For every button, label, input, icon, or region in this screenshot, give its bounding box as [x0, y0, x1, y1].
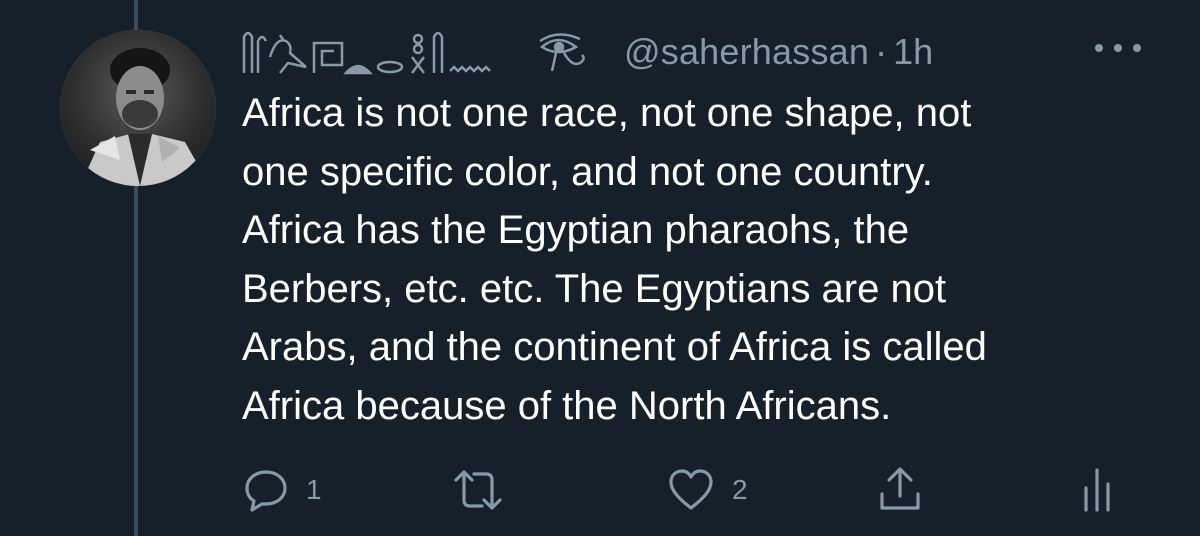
retweet-icon: [454, 470, 502, 510]
tweet-header: @saherhassan · 1h: [240, 26, 933, 78]
tweet-body: Africa is not one race, not one shape, n…: [242, 91, 987, 428]
timestamp[interactable]: 1h: [893, 31, 933, 73]
display-name-hieroglyphs[interactable]: [240, 26, 610, 78]
share-icon: [880, 467, 920, 510]
share-button[interactable]: [878, 462, 922, 518]
avatar[interactable]: [60, 30, 216, 186]
hieroglyph-name-icon: [242, 31, 585, 75]
more-dot: [1114, 44, 1122, 52]
reply-button[interactable]: 1: [244, 462, 322, 518]
user-handle[interactable]: @saherhassan: [624, 31, 869, 73]
more-dot: [1095, 44, 1103, 52]
analytics-icon: [1084, 468, 1110, 512]
more-dot: [1133, 44, 1141, 52]
analytics-button[interactable]: [1082, 462, 1112, 518]
reply-count: 1: [306, 474, 322, 505]
more-options-icon[interactable]: [1095, 38, 1141, 58]
like-button[interactable]: 2: [668, 462, 748, 518]
reply-icon: [245, 470, 287, 512]
avatar-photo: [60, 30, 216, 186]
heart-icon: [669, 469, 713, 510]
tweet-actions: 1 2: [0, 462, 1200, 518]
separator-dot: ·: [875, 31, 888, 72]
retweet-button[interactable]: [452, 462, 522, 518]
like-count: 2: [732, 474, 748, 505]
